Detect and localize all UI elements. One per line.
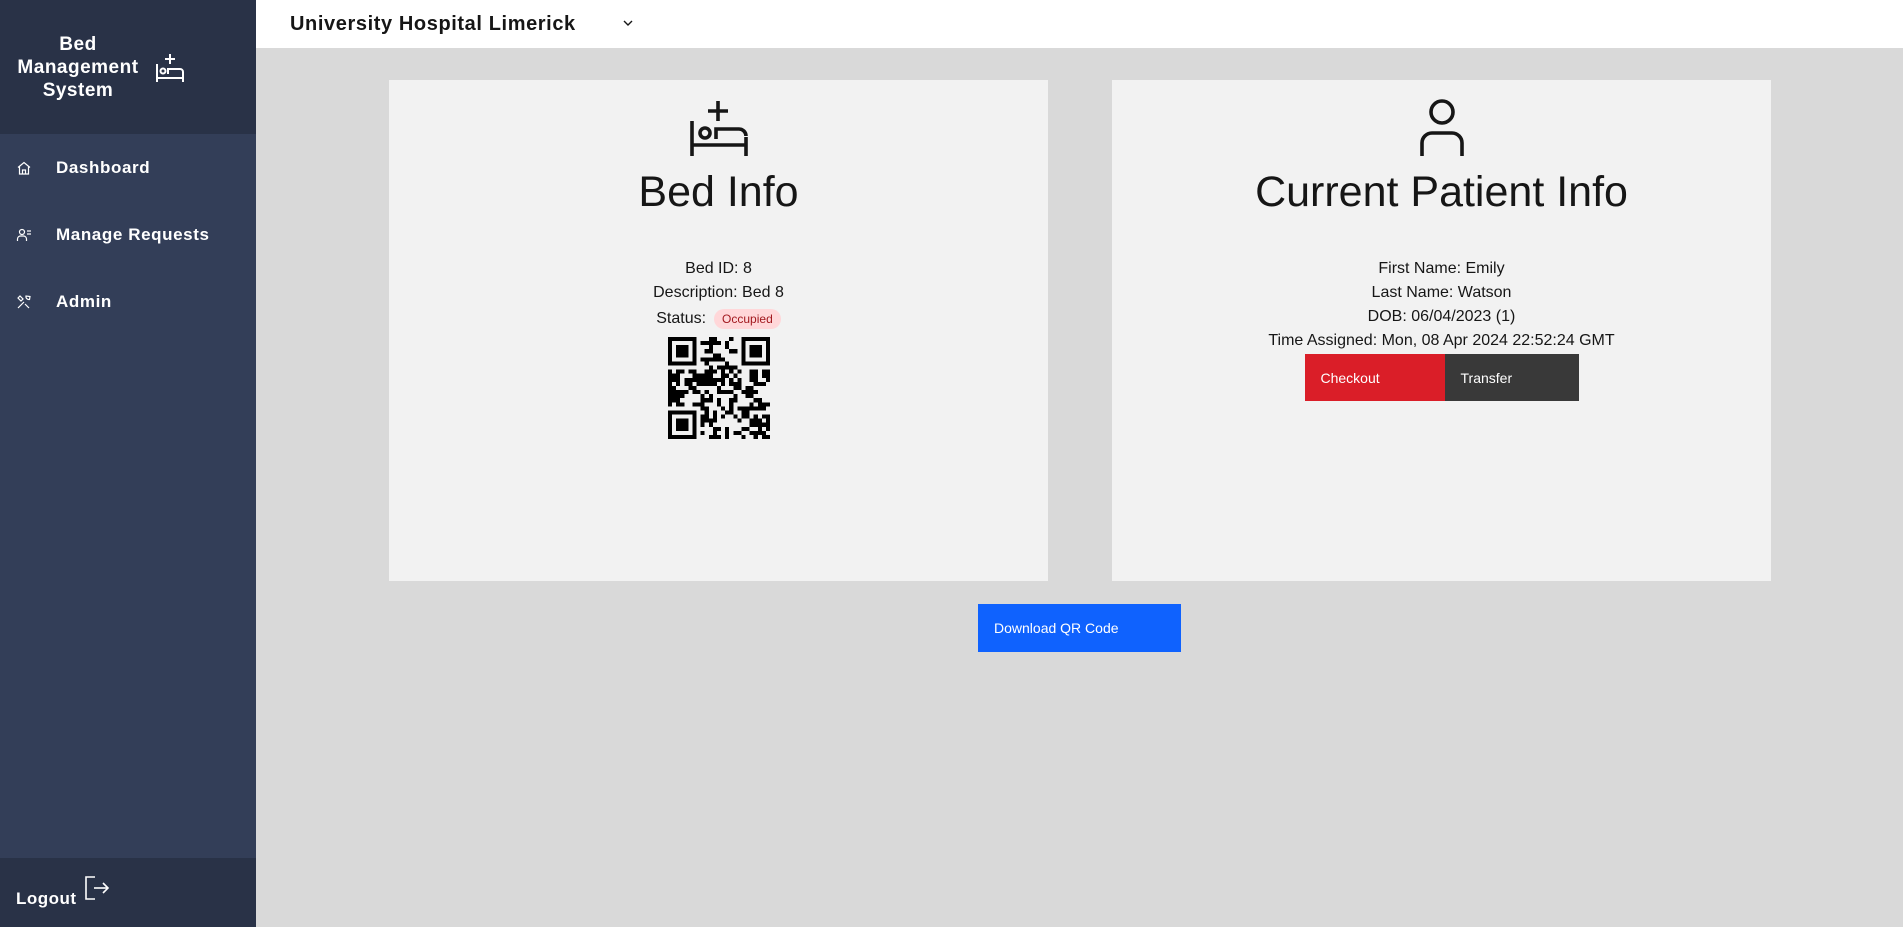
sidebar-item-label: Manage Requests — [56, 224, 210, 244]
chevron-down-icon[interactable] — [621, 16, 635, 35]
hospital-bed-icon — [154, 52, 186, 89]
hospital-bed-icon — [389, 99, 1048, 157]
sidebar-item-dashboard[interactable]: Dashboard — [0, 134, 256, 201]
app-title: Bed Management System — [14, 33, 142, 102]
patient-details: First Name: Emily Last Name: Watson DOB:… — [1112, 257, 1771, 353]
app-title-line-1: Bed — [59, 33, 97, 55]
sidebar-item-label: Admin — [56, 291, 112, 311]
patient-time-assigned: Time Assigned: Mon, 08 Apr 2024 22:52:24… — [1268, 332, 1615, 349]
bed-status-row: Status: Occupied — [389, 305, 1048, 333]
checkout-button[interactable]: Checkout — [1304, 354, 1445, 401]
brand: Bed Management System — [0, 0, 256, 134]
download-qr-code-button[interactable]: Download QR Code — [978, 604, 1181, 652]
sidebar-item-admin[interactable]: Admin — [0, 268, 256, 335]
bed-description: Description: Bed 8 — [653, 284, 784, 301]
qr-code — [667, 337, 770, 439]
logout-button[interactable]: Logout — [0, 858, 256, 927]
patient-first-name: First Name: Emily — [1378, 260, 1505, 277]
user-icon — [1112, 99, 1771, 157]
patient-info-title: Current Patient Info — [1255, 168, 1628, 216]
logout-icon — [83, 874, 111, 907]
patient-actions: Checkout Transfer — [1112, 354, 1771, 401]
patient-info-card: Current Patient Info First Name: Emily L… — [1112, 80, 1771, 581]
bed-id: Bed ID: 8 — [685, 260, 752, 277]
patient-dob: DOB: 06/04/2023 (1) — [1367, 308, 1516, 325]
app-title-line-3: System — [42, 79, 114, 101]
logout-label: Logout — [16, 888, 77, 908]
home-icon — [16, 160, 32, 176]
bed-info-card: Bed Info Bed ID: 8 Description: Bed 8 St… — [389, 80, 1048, 581]
sidebar-item-manage-requests[interactable]: Manage Requests — [0, 201, 256, 268]
status-badge: Occupied — [714, 309, 781, 329]
sidebar-nav: Dashboard Manage Requests Admin — [0, 134, 256, 335]
sidebar-item-label: Dashboard — [56, 157, 151, 177]
app-title-line-2: Management — [17, 56, 139, 78]
bed-details: Bed ID: 8 Description: Bed 8 Status: Occ… — [389, 257, 1048, 333]
hospital-selector-label[interactable]: University Hospital Limerick — [290, 13, 576, 36]
status-label: Status: — [656, 310, 707, 327]
bed-info-title: Bed Info — [638, 168, 799, 216]
tools-icon — [16, 294, 32, 310]
patient-last-name: Last Name: Watson — [1371, 284, 1512, 301]
transfer-button[interactable]: Transfer — [1444, 354, 1579, 401]
sidebar: Bed Management System Dashboard Manage R… — [0, 0, 256, 927]
header: University Hospital Limerick — [256, 0, 1903, 48]
user-requests-icon — [16, 227, 32, 243]
